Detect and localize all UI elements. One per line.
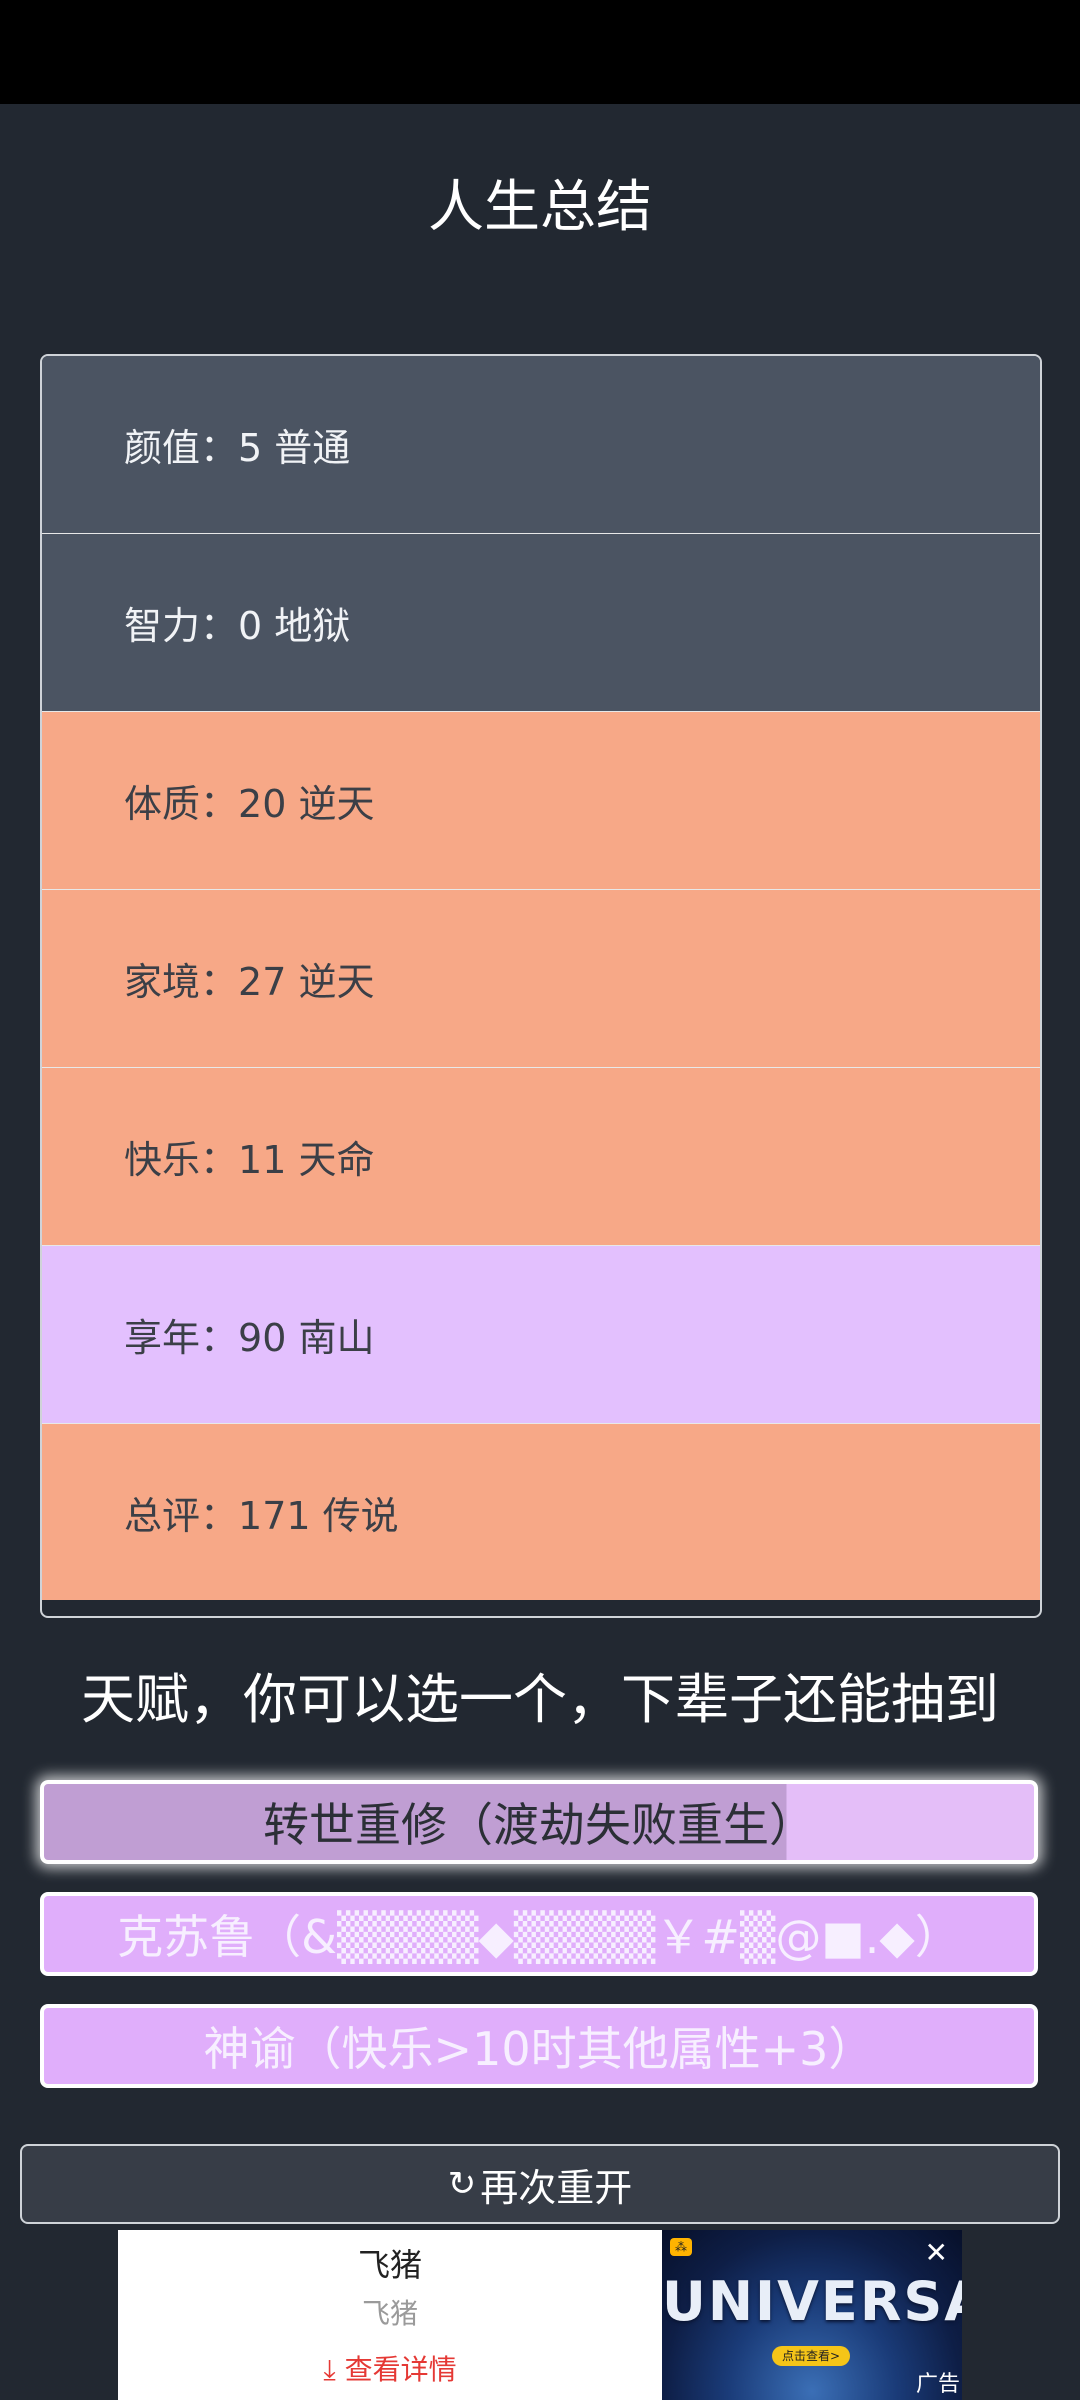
summary-row-lifespan: 享年： 90 南山: [42, 1246, 1040, 1424]
status-bar: [0, 0, 1080, 104]
ad-image-cta: 点击查看>: [772, 2346, 850, 2366]
close-icon[interactable]: ✕: [925, 2236, 948, 2269]
ad-label: 广告: [915, 2372, 960, 2397]
talent-option-reincarnation[interactable]: 转世重修（渡劫失败重生）: [40, 1780, 1038, 1864]
talent-heading: 天赋，你可以选一个，下辈子还能抽到: [81, 1668, 999, 1731]
summary-value: 90 南山: [238, 1316, 375, 1360]
summary-table: 颜值： 5 普通 智力： 0 地狱 体质： 20 逆天 家境： 27 逆天 快乐： 11 …: [40, 354, 1042, 1618]
summary-label: 总评：: [124, 1493, 239, 1538]
ad-app-badge-icon: ⁂: [670, 2238, 692, 2256]
ad-title: 飞猪: [357, 2246, 422, 2284]
summary-value: 20 逆天: [238, 782, 375, 826]
summary-row-constitution: 体质： 20 逆天: [42, 712, 1040, 890]
summary-row-appearance: 颜值： 5 普通: [42, 356, 1040, 534]
restart-label: 再次重开: [480, 2165, 633, 2210]
summary-row-family: 家境： 27 逆天: [42, 890, 1040, 1068]
summary-row-intelligence: 智力： 0 地狱: [42, 534, 1040, 712]
ad-cta-label: 查看详情: [344, 2353, 457, 2386]
ad-banner[interactable]: 飞猪 飞猪 ⤓ 查看详情 ⁂ UNIVERSAL 点击查看> ✕ 广告: [118, 2230, 962, 2400]
ad-image[interactable]: ⁂ UNIVERSAL 点击查看> ✕ 广告: [662, 2230, 962, 2400]
page-title: 人生总结: [428, 175, 652, 240]
summary-value: 27 逆天: [238, 960, 375, 1004]
ad-subtitle: 飞猪: [361, 2297, 418, 2330]
summary-label: 家境：: [124, 960, 239, 1004]
summary-value: 11 天命: [238, 1138, 375, 1182]
summary-value: 5 普通: [238, 426, 351, 470]
summary-label: 颜值：: [124, 426, 239, 470]
summary-value: 171 传说: [238, 1493, 399, 1538]
restart-button[interactable]: ↻ 再次重开: [20, 2144, 1060, 2224]
download-icon: ⤓: [323, 2353, 336, 2386]
summary-row-happiness: 快乐： 11 天命: [42, 1068, 1040, 1246]
summary-label: 智力：: [124, 604, 239, 648]
refresh-icon: ↻: [447, 2164, 477, 2204]
ad-details-link[interactable]: ⤓ 查看详情: [118, 2348, 662, 2388]
summary-label: 享年：: [124, 1316, 239, 1360]
ad-text-panel[interactable]: 飞猪 飞猪 ⤓ 查看详情: [118, 2230, 662, 2400]
talent-option-cthulhu[interactable]: 克苏鲁（&▒▒▒▒◆▒▒▒▒￥#▒@■.◆）: [40, 1892, 1038, 1976]
ad-image-logo: UNIVERSAL: [662, 2270, 962, 2333]
summary-label: 体质：: [124, 782, 239, 826]
summary-label: 快乐：: [124, 1138, 239, 1182]
summary-row-overall: 总评： 171 传说: [42, 1424, 1040, 1600]
talent-option-oracle[interactable]: 神谕（快乐>10时其他属性+3）: [40, 2004, 1038, 2088]
summary-value: 0 地狱: [238, 604, 351, 648]
